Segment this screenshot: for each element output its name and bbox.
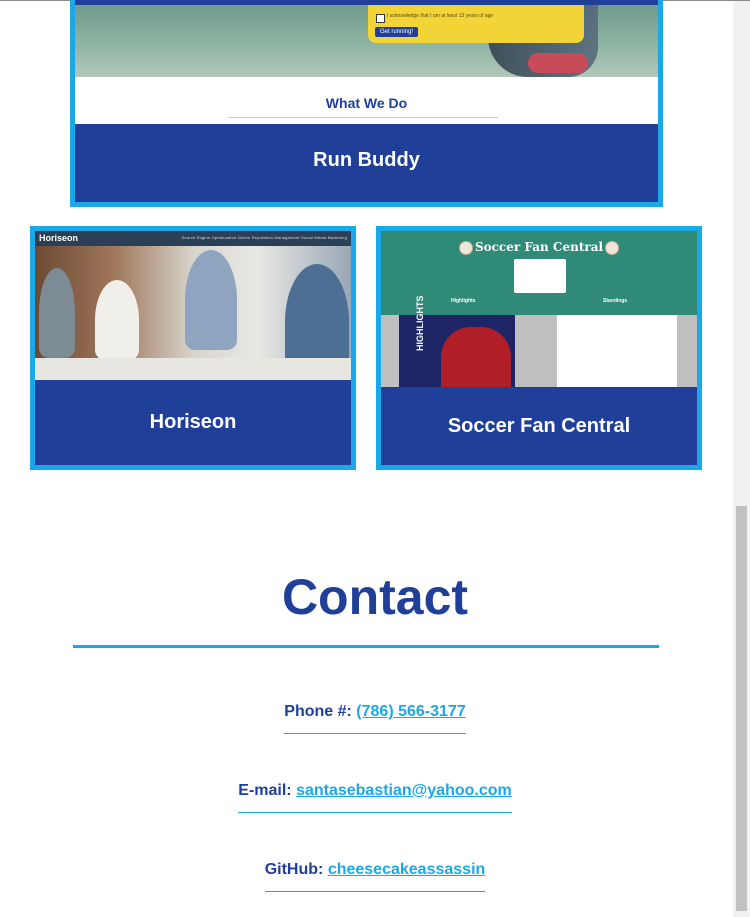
project-title: Run Buddy <box>313 149 420 171</box>
players-image <box>441 327 511 387</box>
project-title: Soccer Fan Central <box>447 414 631 437</box>
email-row: E-mail: santasebastian@yahoo.com <box>0 782 750 813</box>
phone-item: Phone #: (786) 566-3177 <box>284 703 466 734</box>
project-card-horiseon[interactable]: Horiseon Search Engine Optimization Onli… <box>30 226 356 470</box>
soccer-site-title: Soccer Fan Central <box>381 240 697 255</box>
desk <box>35 358 351 380</box>
get-running-button: Get running! <box>375 27 419 37</box>
running-shoe-image <box>528 53 588 73</box>
person-figure <box>39 268 75 358</box>
soccer-ball-icon <box>458 240 473 255</box>
email-label: E-mail: <box>238 782 292 799</box>
github-label: GitHub: <box>264 861 324 878</box>
person-figure <box>95 280 139 360</box>
heading-underline <box>228 117 498 118</box>
horiseon-nav-links: Search Engine Optimization Online Reputa… <box>181 235 347 240</box>
soccer-site-title-text: Soccer Fan Central <box>474 240 604 254</box>
soccer-fan-central-screenshot: Soccer Fan Central Highlights Standings … <box>381 231 697 387</box>
scrollbar-thumb[interactable] <box>736 506 747 911</box>
phone-row: Phone #: (786) 566-3177 <box>0 703 750 734</box>
github-item: GitHub: cheesecakeassassin <box>264 861 486 892</box>
contact-heading: Contact <box>281 569 469 625</box>
soccer-ball-icon <box>605 240 620 255</box>
github-link[interactable]: cheesecakeassassin <box>328 861 485 878</box>
team-meeting-photo <box>35 246 351 380</box>
standings-panel <box>557 315 677 387</box>
phone-label: Phone #: <box>284 703 352 720</box>
email-link[interactable]: santasebastian@yahoo.com <box>296 782 512 799</box>
person-figure <box>185 250 237 350</box>
league-logos-image <box>514 259 566 293</box>
project-card-run-buddy[interactable]: I acknowledge that I am at least 13 year… <box>70 0 663 207</box>
video-text: HIGHLIGHTS <box>415 295 425 352</box>
contact-divider <box>73 645 659 648</box>
project-card-soccer-fan-central[interactable]: Soccer Fan Central Highlights Standings … <box>376 226 702 470</box>
horiseon-logo: Horiseon <box>39 233 79 243</box>
horiseon-screenshot: Horiseon Search Engine Optimization Onli… <box>35 231 351 380</box>
acknowledge-text: I acknowledge that I am at least 13 year… <box>387 13 494 19</box>
github-row: GitHub: cheesecakeassassin <box>0 861 750 892</box>
project-title: Horiseon <box>149 411 237 433</box>
standings-label: Standings <box>603 298 628 304</box>
age-checkbox <box>376 14 385 23</box>
vertical-scrollbar[interactable] <box>733 1 750 917</box>
horiseon-nav: Horiseon Search Engine Optimization Onli… <box>35 231 351 246</box>
highlights-label: Highlights <box>451 298 476 304</box>
what-we-do-heading: What We Do <box>325 95 408 111</box>
phone-link[interactable]: (786) 566-3177 <box>356 703 465 720</box>
email-item: E-mail: santasebastian@yahoo.com <box>238 782 512 813</box>
signup-form: I acknowledge that I am at least 13 year… <box>368 5 584 43</box>
